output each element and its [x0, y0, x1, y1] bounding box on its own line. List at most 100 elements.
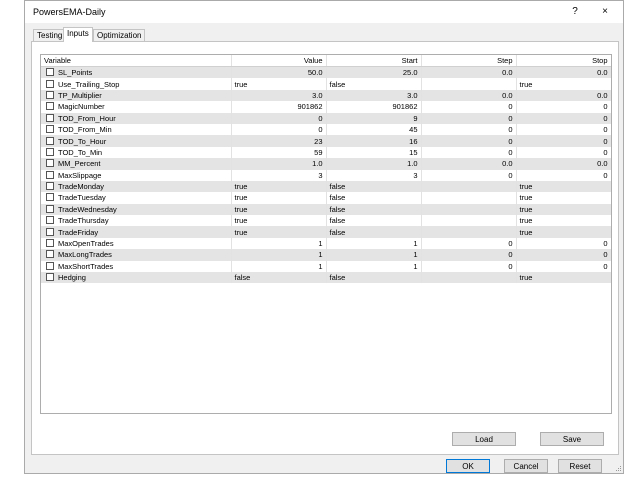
start-cell[interactable]: 3	[326, 169, 422, 181]
table-row[interactable]: TradeThursday true false true	[41, 215, 611, 227]
optimize-checkbox[interactable]	[46, 273, 54, 282]
optimize-checkbox[interactable]	[46, 261, 54, 270]
step-cell[interactable]	[421, 215, 517, 227]
table-row[interactable]: TOD_From_Hour 0 9 0 0	[41, 112, 611, 124]
tab-optimization[interactable]: Optimization	[93, 29, 145, 41]
inputs-grid[interactable]: Variable Value Start Step Stop SL_Points…	[40, 54, 612, 414]
table-row[interactable]: MaxShortTrades 1 1 0 0	[41, 260, 611, 273]
value-cell[interactable]: 0	[231, 112, 327, 124]
optimize-checkbox[interactable]	[46, 239, 54, 248]
table-row[interactable]: TradeWednesday true false true	[41, 203, 611, 216]
optimize-checkbox[interactable]	[46, 79, 54, 88]
start-cell[interactable]: 15	[326, 146, 422, 159]
start-cell[interactable]: false	[326, 203, 422, 216]
stop-cell[interactable]: 0	[516, 101, 611, 113]
optimize-checkbox[interactable]	[46, 147, 54, 156]
value-cell[interactable]: true	[231, 203, 327, 216]
load-button[interactable]: Load	[452, 432, 516, 446]
value-cell[interactable]: false	[231, 272, 327, 284]
table-row[interactable]: TP_Multiplier 3.0 3.0 0.0 0.0	[41, 89, 611, 102]
optimize-checkbox[interactable]	[46, 125, 54, 134]
value-cell[interactable]: true	[231, 215, 327, 227]
start-cell[interactable]: 25.0	[326, 66, 422, 79]
start-cell[interactable]: 45	[326, 123, 422, 136]
stop-cell[interactable]: true	[516, 226, 611, 238]
table-row[interactable]: TOD_To_Min 59 15 0 0	[41, 146, 611, 159]
start-cell[interactable]: false	[326, 192, 422, 204]
close-icon[interactable]: ×	[595, 4, 615, 20]
header-value[interactable]: Value	[231, 55, 327, 67]
start-cell[interactable]: 1	[326, 237, 422, 250]
table-row[interactable]: TradeMonday true false true	[41, 180, 611, 193]
header-step[interactable]: Step	[421, 55, 517, 67]
step-cell[interactable]	[421, 226, 517, 238]
table-row[interactable]: TradeTuesday true false true	[41, 192, 611, 204]
step-cell[interactable]	[421, 180, 517, 193]
start-cell[interactable]: false	[326, 272, 422, 284]
start-cell[interactable]: 1	[326, 260, 422, 273]
value-cell[interactable]: true	[231, 180, 327, 193]
value-cell[interactable]: 3.0	[231, 89, 327, 102]
value-cell[interactable]: 1	[231, 249, 327, 261]
stop-cell[interactable]: 0.0	[516, 66, 611, 79]
optimize-checkbox[interactable]	[46, 170, 54, 179]
optimize-checkbox[interactable]	[46, 113, 54, 122]
step-cell[interactable]: 0	[421, 169, 517, 181]
step-cell[interactable]: 0	[421, 135, 517, 147]
value-cell[interactable]: true	[231, 78, 327, 90]
header-stop[interactable]: Stop	[516, 55, 611, 67]
table-row[interactable]: MagicNumber 901862 901862 0 0	[41, 101, 611, 113]
table-row[interactable]: MaxOpenTrades 1 1 0 0	[41, 237, 611, 250]
table-row[interactable]: Use_Trailing_Stop true false true	[41, 78, 611, 90]
start-cell[interactable]: false	[326, 180, 422, 193]
stop-cell[interactable]: 0	[516, 123, 611, 136]
stop-cell[interactable]: 0.0	[516, 89, 611, 102]
table-row[interactable]: MaxSlippage 3 3 0 0	[41, 169, 611, 181]
value-cell[interactable]: 59	[231, 146, 327, 159]
stop-cell[interactable]: 0	[516, 169, 611, 181]
optimize-checkbox[interactable]	[46, 216, 54, 225]
value-cell[interactable]: 3	[231, 169, 327, 181]
optimize-checkbox[interactable]	[46, 227, 54, 236]
value-cell[interactable]: true	[231, 192, 327, 204]
stop-cell[interactable]: 0	[516, 146, 611, 159]
stop-cell[interactable]: 0	[516, 260, 611, 273]
value-cell[interactable]: 901862	[231, 101, 327, 113]
cancel-button[interactable]: Cancel	[504, 459, 548, 473]
table-row[interactable]: TradeFriday true false true	[41, 226, 611, 238]
step-cell[interactable]: 0	[421, 237, 517, 250]
start-cell[interactable]: 901862	[326, 101, 422, 113]
table-row[interactable]: SL_Points 50.0 25.0 0.0 0.0	[41, 66, 611, 79]
start-cell[interactable]: 1.0	[326, 158, 422, 170]
stop-cell[interactable]: 0	[516, 249, 611, 261]
value-cell[interactable]: 1.0	[231, 158, 327, 170]
ok-button[interactable]: OK	[446, 459, 490, 473]
value-cell[interactable]: 1	[231, 260, 327, 273]
table-row[interactable]: Hedging false false true	[41, 272, 611, 284]
stop-cell[interactable]: true	[516, 272, 611, 284]
step-cell[interactable]: 0	[421, 146, 517, 159]
tab-testing[interactable]: Testing	[33, 29, 64, 41]
start-cell[interactable]: 3.0	[326, 89, 422, 102]
step-cell[interactable]	[421, 272, 517, 284]
stop-cell[interactable]: true	[516, 180, 611, 193]
stop-cell[interactable]: true	[516, 203, 611, 216]
value-cell[interactable]: 1	[231, 237, 327, 250]
step-cell[interactable]	[421, 203, 517, 216]
step-cell[interactable]: 0	[421, 260, 517, 273]
step-cell[interactable]	[421, 78, 517, 90]
value-cell[interactable]: 0	[231, 123, 327, 136]
header-start[interactable]: Start	[326, 55, 422, 67]
start-cell[interactable]: false	[326, 226, 422, 238]
start-cell[interactable]: 1	[326, 249, 422, 261]
stop-cell[interactable]: 0	[516, 237, 611, 250]
optimize-checkbox[interactable]	[46, 102, 54, 111]
tab-inputs[interactable]: Inputs	[63, 27, 93, 42]
help-icon[interactable]: ?	[565, 4, 585, 20]
save-button[interactable]: Save	[540, 432, 604, 446]
start-cell[interactable]: 9	[326, 112, 422, 124]
table-row[interactable]: TOD_To_Hour 23 16 0 0	[41, 135, 611, 147]
step-cell[interactable]: 0.0	[421, 66, 517, 79]
stop-cell[interactable]: 0	[516, 112, 611, 124]
reset-button[interactable]: Reset	[558, 459, 602, 473]
